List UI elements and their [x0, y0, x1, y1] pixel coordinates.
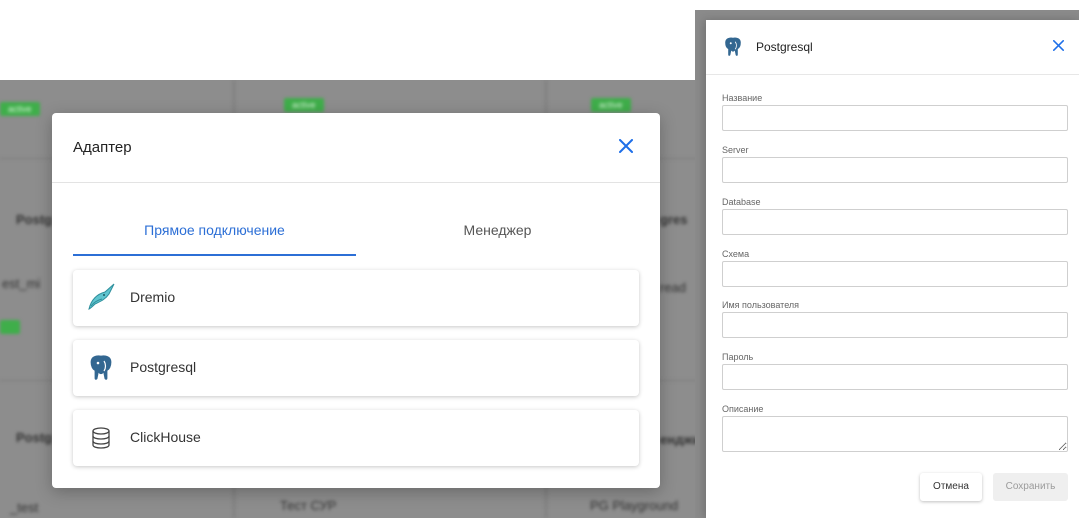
modal-header: Адаптер [52, 113, 660, 183]
adapter-item-dremio[interactable]: Dremio [73, 270, 639, 326]
adapter-modal: Адаптер Прямое подключение Менеджер Drem… [52, 113, 660, 488]
database-label: Database [722, 197, 761, 207]
database-icon [85, 422, 117, 454]
cancel-button[interactable]: Отмена [920, 473, 982, 501]
status-badge: active [284, 98, 324, 112]
status-badge: active [591, 98, 631, 112]
adapter-label: Postgresql [130, 359, 197, 375]
save-button[interactable]: Сохранить [993, 473, 1068, 501]
modal-title: Адаптер [73, 139, 132, 156]
tab-manager[interactable]: Менеджер [356, 210, 639, 256]
password-label: Пароль [722, 352, 754, 362]
status-badge: active [0, 102, 40, 116]
server-label: Server [722, 145, 749, 155]
close-icon[interactable] [1048, 36, 1068, 56]
card-subtitle: Тест СУР [280, 498, 337, 513]
username-field[interactable] [722, 312, 1068, 338]
connection-panel: Postgresql Название Server Database Схем… [706, 20, 1079, 518]
card-name: енджи [660, 432, 700, 447]
card-subtitle: est_mi [2, 276, 41, 291]
name-field[interactable] [722, 105, 1068, 131]
tab-direct-connection[interactable]: Прямое подключение [73, 210, 356, 256]
card-name: Postg [16, 430, 53, 445]
adapter-label: ClickHouse [130, 429, 201, 445]
close-glyph [1052, 40, 1064, 51]
description-label: Описание [722, 404, 764, 414]
screen: active active active Postg est_mi Postg … [0, 0, 1079, 518]
adapter-item-postgresql[interactable]: Postgresql [73, 340, 639, 396]
card-name: Postg [16, 212, 53, 227]
close-icon[interactable] [615, 135, 637, 157]
adapter-label: Dremio [130, 289, 176, 305]
name-label: Название [722, 93, 763, 103]
schema-label: Схема [722, 249, 750, 259]
password-field[interactable] [722, 364, 1068, 390]
adapter-item-clickhouse[interactable]: ClickHouse [73, 410, 639, 466]
panel-title: Postgresql [756, 40, 813, 54]
card-subtitle: _test [10, 500, 39, 515]
card-subtitle: read [660, 280, 687, 295]
close-glyph [619, 139, 633, 153]
postgresql-elephant-icon [85, 352, 117, 384]
dremio-narwhal-icon [85, 282, 117, 314]
panel-header: Postgresql [706, 20, 1079, 75]
description-field[interactable] [722, 416, 1068, 452]
username-label: Имя пользователя [722, 300, 800, 310]
status-badge [0, 320, 20, 334]
card-subtitle: PG Playground [590, 498, 679, 513]
server-field[interactable] [722, 157, 1068, 183]
database-field[interactable] [722, 209, 1068, 235]
card-name: gres [660, 212, 688, 227]
postgresql-elephant-icon [721, 35, 745, 59]
schema-field[interactable] [722, 261, 1068, 287]
